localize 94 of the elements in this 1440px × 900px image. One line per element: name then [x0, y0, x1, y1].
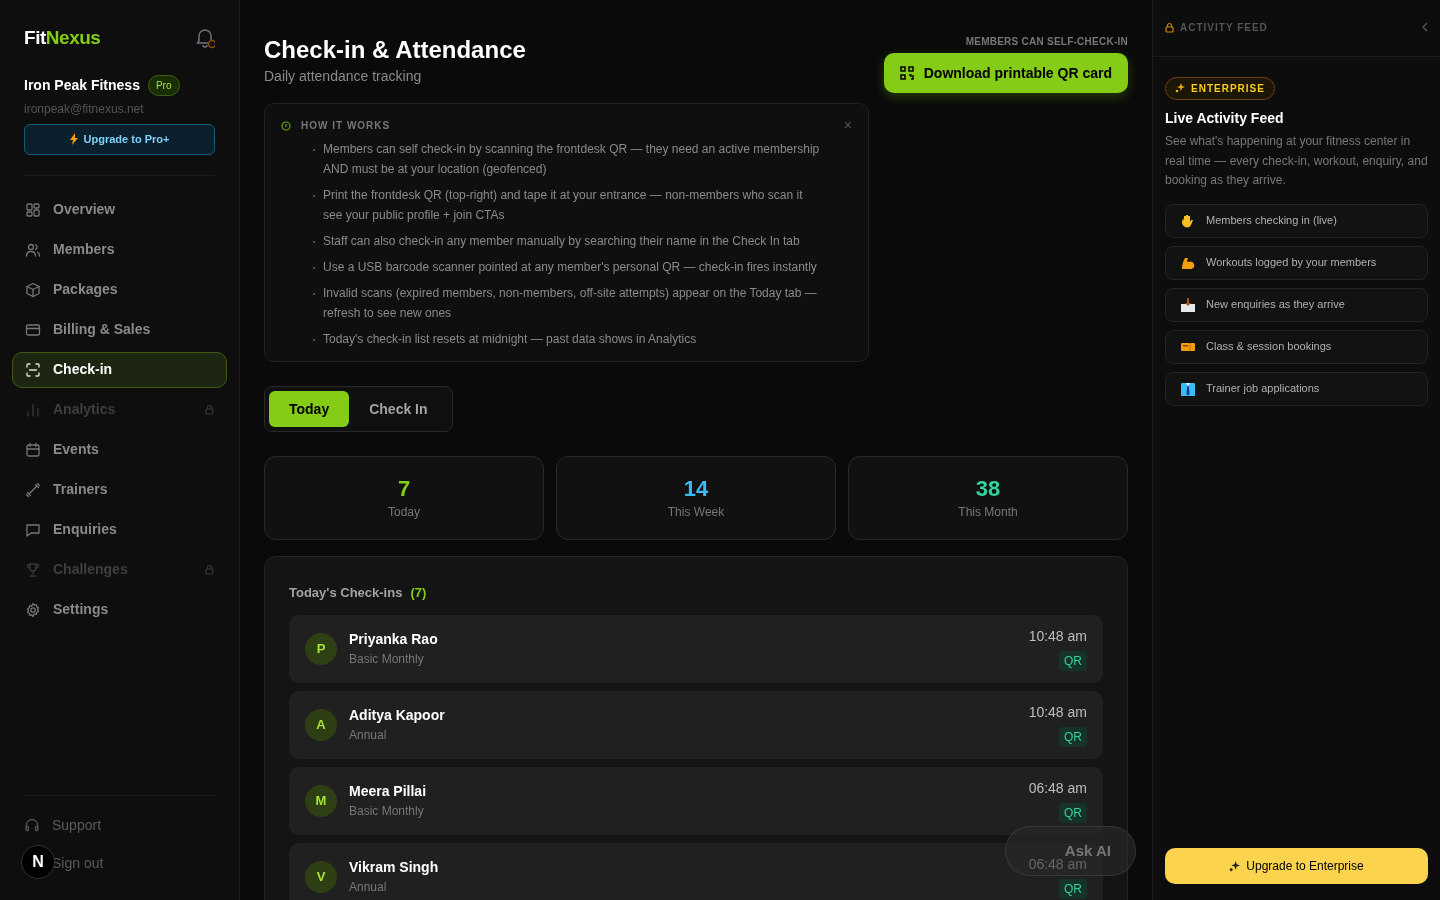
method-badge: QR	[1059, 727, 1087, 747]
nav-item[interactable]: Events	[12, 431, 227, 468]
checkin-time: 10:48 am	[1028, 703, 1087, 722]
lock-icon	[205, 404, 214, 415]
feed-description: See what's happening at your fitness center in real time — every check-in, workout, enquiry, and booking as they arrive.	[1165, 133, 1428, 189]
brand-logo: FitNexus	[24, 26, 101, 50]
qr-code-icon	[899, 66, 914, 80]
member-plan: Basic Monthly	[349, 803, 425, 820]
dumbbell-icon	[25, 481, 41, 498]
member-name: Meera Pillai	[349, 782, 428, 801]
lock-icon	[1165, 21, 1174, 33]
nav-item[interactable]: Enquiries	[12, 511, 227, 548]
tip-text: Print the frontdesk QR (top-right) and tape it at your entrance — non-members who scan it see your public profile + join CTAs	[323, 187, 804, 224]
member-plan: Annual	[349, 879, 388, 896]
calendar-icon	[25, 441, 41, 458]
member-name: Aditya Kapoor	[349, 706, 446, 725]
avatar: P	[305, 632, 337, 665]
message-icon	[25, 521, 41, 538]
shirt-and-tie-icon	[1180, 380, 1196, 397]
lightning-icon	[69, 133, 78, 145]
activity-feed-label: ACTIVITY FEED	[1180, 20, 1268, 35]
headset-icon	[24, 817, 40, 833]
sparkle-icon	[1175, 83, 1185, 93]
member-name: Priyanka Rao	[349, 630, 439, 649]
gym-email: ironpeak@fitnexus.net	[24, 100, 145, 118]
tip-text: Invalid scans (expired members, non-members, off-site attempts) appear on the Today tab — refresh to see new ones	[323, 285, 818, 322]
nav-item[interactable]: Members	[12, 231, 227, 268]
tab[interactable]: Today	[269, 391, 350, 427]
feed-title: Live Activity Feed	[1165, 109, 1285, 128]
avatar: M	[305, 784, 337, 817]
member-plan: Annual	[349, 727, 388, 744]
nav-item[interactable]: Packages	[12, 271, 227, 308]
feed-feature-item: Class & session bookings	[1165, 329, 1428, 364]
upgrade-button[interactable]: Upgrade to Pro+	[24, 123, 215, 155]
plan-badge: Pro	[147, 74, 180, 96]
method-badge: QR	[1059, 879, 1087, 899]
stat-value: 38	[975, 475, 1001, 503]
panel-heading: HOW IT WORKS	[301, 119, 391, 133]
trophy-icon	[25, 561, 41, 578]
nav-item[interactable]: Support	[12, 808, 227, 842]
avatar: V	[305, 860, 337, 893]
stat-value: 14	[683, 475, 709, 503]
box-icon	[25, 281, 41, 298]
page-subtitle: Daily attendance tracking	[264, 67, 423, 86]
tip-text: Today's check-in list resets at midnight — past data shows in Analytics	[323, 331, 697, 348]
nav-item[interactable]: Settings	[12, 591, 227, 628]
nav-item[interactable]: Billing & Sales	[12, 311, 227, 348]
info-icon	[281, 120, 291, 131]
gym-name: Iron Peak Fitness	[24, 75, 140, 95]
stat-label: Today	[388, 504, 420, 521]
bell-icon[interactable]	[195, 27, 215, 50]
method-badge: QR	[1059, 651, 1087, 671]
nav-item[interactable]: Trainers	[12, 471, 227, 508]
nav-item[interactable]: Overview	[12, 191, 227, 228]
feed-feature-item: New enquiries as they arrive	[1165, 287, 1428, 322]
checkins-count: (7)	[410, 584, 427, 602]
method-badge: QR	[1059, 803, 1087, 823]
checkin-time: 10:48 am	[1028, 627, 1087, 646]
checkin-row[interactable]: M Meera Pillai Basic Monthly 06:48 am QR	[289, 766, 1103, 835]
feed-feature-item: Workouts logged by your members	[1165, 245, 1428, 280]
checkin-time: 06:48 am	[1028, 856, 1087, 874]
collapse-chevron-icon[interactable]	[1422, 22, 1428, 32]
feed-feature-item: Members checking in (live)	[1165, 203, 1428, 238]
tip-text: Staff can also check-in any member manually by searching their name in the Check In tab	[323, 233, 800, 250]
feed-feature-item: Trainer job applications	[1165, 371, 1428, 406]
settings-icon	[25, 601, 41, 618]
enterprise-badge: ENTERPRISE	[1165, 76, 1275, 100]
checkin-time: 06:48 am	[1028, 779, 1087, 798]
grid-icon	[25, 201, 41, 218]
self-checkin-note: MEMBERS CAN SELF-CHECK-IN	[965, 35, 1128, 49]
checkin-row[interactable]: P Priyanka Rao Basic Monthly 10:48 am QR	[289, 614, 1103, 683]
tip-text: Members can self check-in by scanning the frontdesk QR — they need an active membership AND must be at your location (geofenced)	[323, 141, 821, 178]
credit-card-icon	[25, 321, 41, 338]
sparkle-icon	[1229, 860, 1241, 872]
stat-label: This Month	[958, 504, 1018, 521]
download-qr-button[interactable]: Download printable QR card	[883, 53, 1128, 93]
waving-hand-icon	[1180, 212, 1196, 229]
checkins-heading: Today's Check-ins	[289, 584, 403, 602]
users-icon	[25, 241, 41, 258]
lock-icon	[205, 564, 214, 575]
upgrade-enterprise-button[interactable]: Upgrade to Enterprise	[1165, 848, 1428, 884]
member-plan: Basic Monthly	[349, 651, 425, 668]
inbox-tray-icon	[1180, 296, 1196, 313]
tab[interactable]: Check In	[349, 391, 448, 427]
member-name: Vikram Singh	[349, 858, 440, 877]
tip-text: Use a USB barcode scanner pointed at any member's personal QR — check-in fires instantly	[323, 259, 817, 276]
dev-badge[interactable]: N	[21, 845, 55, 879]
stat-value: 7	[397, 475, 411, 503]
avatar: A	[305, 708, 337, 741]
page-title: Check-in & Attendance	[264, 35, 526, 65]
scan-icon	[25, 361, 41, 378]
nav-item[interactable]: Check-in	[12, 351, 227, 388]
checkin-row[interactable]: A Aditya Kapoor Annual 10:48 am QR	[289, 690, 1103, 759]
stat-label: This Week	[667, 504, 725, 521]
